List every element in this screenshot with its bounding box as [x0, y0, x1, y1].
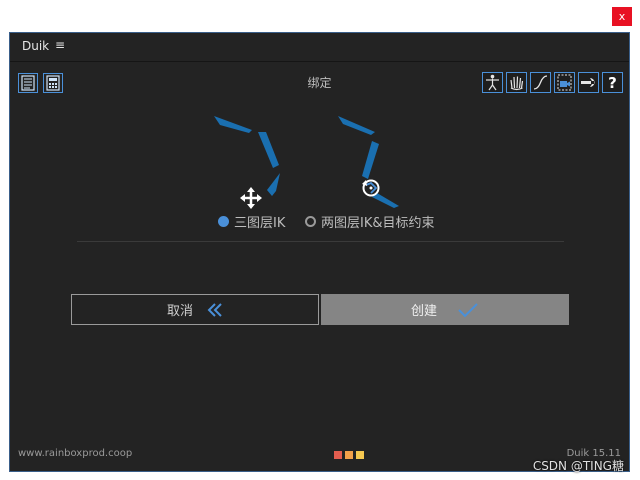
three-layer-ik-illustration	[214, 116, 280, 209]
status-dot-orange	[345, 451, 353, 459]
hand-icon	[510, 76, 524, 91]
camera-icon	[557, 74, 572, 91]
hand-button[interactable]	[506, 72, 527, 93]
rig-person-button[interactable]	[482, 72, 503, 93]
wrench-button[interactable]	[578, 72, 599, 93]
status-dot-yellow	[356, 451, 364, 459]
cancel-label: 取消	[166, 304, 193, 319]
hamburger-icon[interactable]: ≡	[55, 38, 65, 52]
watermark: CSDN @TING糖	[532, 459, 624, 473]
menu-bar: Duik ≡	[10, 33, 629, 62]
radio-selected-icon[interactable]	[218, 216, 229, 227]
app-title: Duik	[22, 39, 50, 53]
status-dot-red	[334, 451, 342, 459]
option-three-layer-label: 三图层IK	[234, 216, 286, 231]
rig-person-icon	[486, 74, 499, 91]
radio-unselected-icon[interactable]	[305, 216, 316, 227]
option-two-layer-ik[interactable]: 两图层IK&目标约束	[305, 212, 435, 231]
rotate-target-icon[interactable]	[362, 179, 380, 197]
camera-button[interactable]	[554, 72, 575, 93]
limb-segment-middle	[258, 132, 279, 168]
curve-button[interactable]	[530, 72, 551, 93]
help-icon: ?	[608, 73, 617, 92]
option-three-layer-ik[interactable]: 三图层IK	[218, 212, 285, 231]
status-dots	[334, 451, 364, 459]
double-chevron-left-icon	[207, 302, 222, 317]
limb-segment-lower	[372, 193, 399, 208]
cancel-button[interactable]: 取消	[71, 294, 319, 325]
duik-window: Duik ≡ 绑定 ? 三图层IK 两图层IK&目标约束 取消 创建 www.r…	[9, 32, 630, 472]
website-link[interactable]: www.rainboxprod.coop	[18, 448, 132, 459]
limb-segment-middle	[362, 141, 379, 179]
divider	[77, 241, 564, 242]
title-bar: x	[0, 0, 640, 32]
create-label: 创建	[410, 304, 437, 319]
two-layer-ik-illustration	[338, 116, 399, 208]
move-icon[interactable]	[240, 187, 262, 209]
limb-segment-upper	[338, 116, 375, 135]
wrench-icon	[581, 78, 595, 87]
close-button[interactable]: x	[612, 7, 632, 26]
curve-icon	[533, 75, 548, 90]
limb-segment-lower	[267, 173, 280, 196]
limb-segment-upper	[214, 116, 252, 133]
option-two-layer-label: 两图层IK&目标约束	[321, 216, 435, 231]
help-button[interactable]: ?	[602, 72, 623, 93]
checkmark-icon	[458, 302, 478, 317]
create-button[interactable]: 创建	[321, 294, 569, 325]
